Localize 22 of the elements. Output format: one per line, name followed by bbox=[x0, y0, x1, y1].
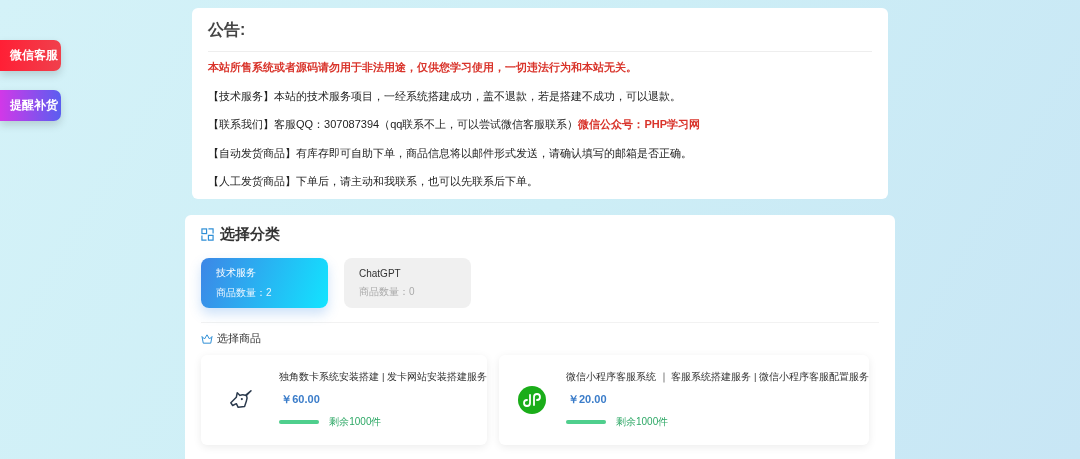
section-title: 选择分类 bbox=[220, 225, 280, 244]
notice-text: 【自动发货商品】有库存即可自助下单，商品信息将以邮件形式发送，请确认填写的邮箱是否正确。 bbox=[208, 145, 693, 161]
unicorn-icon bbox=[227, 389, 254, 411]
product-price: ￥20.00 bbox=[566, 392, 608, 407]
notice-text: 【人工发货商品】下单后，请主动和我联系，也可以先联系后下单。 bbox=[208, 174, 539, 189]
product-name: 独角数卡系统安装搭建 | 发卡网站安装搭建服务 bbox=[279, 371, 487, 384]
crown-icon bbox=[201, 333, 213, 344]
product-card[interactable]: 独角数卡系统安装搭建 | 发卡网站安装搭建服务 ￥60.00 剩余1000件 bbox=[201, 355, 487, 445]
stock-text: 剩余1000件 bbox=[615, 415, 669, 429]
notice-text: 【联系我们】客服QQ：307087394（qq联系不上，可以尝试微信客服联系）微信公众号：PHP学习网 bbox=[208, 117, 702, 132]
link-icon bbox=[518, 386, 547, 414]
product-price: ￥60.00 bbox=[280, 392, 321, 407]
notice-title: 公告: bbox=[208, 20, 247, 40]
grid-icon bbox=[201, 228, 214, 241]
side-button[interactable]: 提醒补货 bbox=[0, 90, 61, 121]
side-button[interactable]: 微信客服 bbox=[0, 40, 61, 71]
product-card[interactable]: 微信小程序客服系统 ｜ 客服系统搭建服务 | 微信小程序客服配置服务 ￥20.00 剩余1000件 bbox=[499, 355, 869, 445]
stock-text: 剩余1000件 bbox=[329, 415, 382, 429]
section-title: 选择商品 bbox=[217, 331, 261, 346]
notice-text: 本站所售系统或者源码请勿用于非法用途，仅供您学习使用，一切违法行为和本站无关。 bbox=[208, 60, 638, 75]
product-name: 微信小程序客服系统 ｜ 客服系统搭建服务 | 微信小程序客服配置服务 bbox=[565, 371, 869, 384]
notice-text: 【技术服务】本站的技术服务项目，一经系统搭建成功，盖不退款，若是搭建不成功，可以退款。 bbox=[208, 88, 682, 104]
